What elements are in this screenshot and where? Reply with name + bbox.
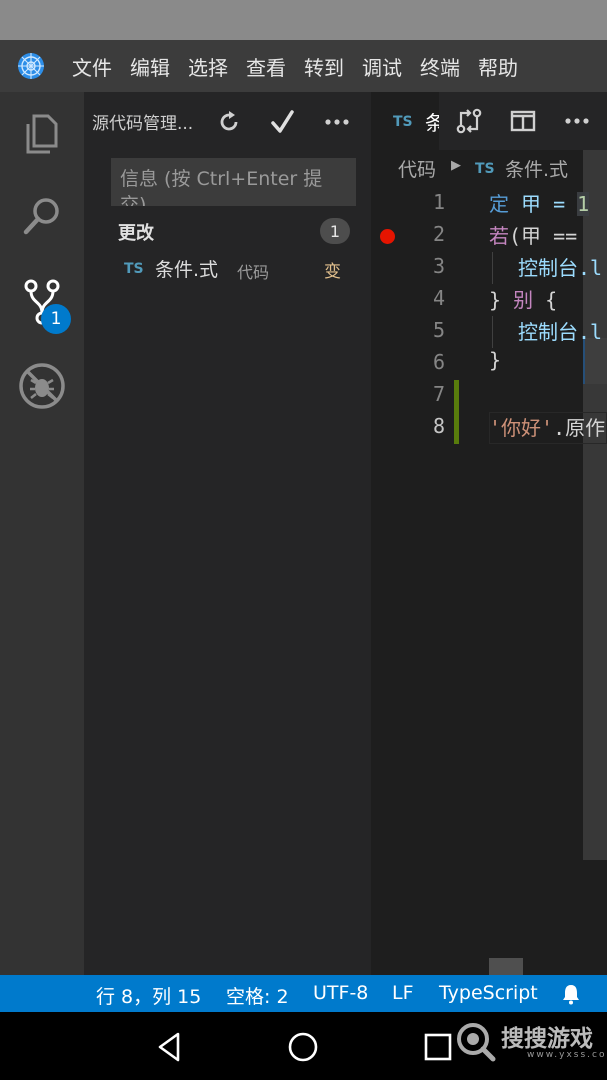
code-line-5: 控制台.l xyxy=(518,320,603,344)
git-added-gutter-indicator xyxy=(454,380,459,444)
more-actions-button[interactable] xyxy=(321,106,353,138)
status-bar: 行 8，列 15 空格: 2 UTF-8 LF TypeScript xyxy=(0,975,607,1012)
sidebar-title: 源代码管理... xyxy=(92,114,194,134)
horizontal-scrollbar-thumb[interactable] xyxy=(489,958,523,975)
menu-file[interactable]: 文件 xyxy=(72,52,112,81)
code-editor[interactable]: 代码 ▶ TS 条件.式 ▶ 1 2 3 4 5 6 7 8 定 甲 = 1 若… xyxy=(371,150,607,975)
editor-tab[interactable]: TS 条件.式 xyxy=(371,92,439,150)
eol-setting[interactable]: LF xyxy=(392,982,414,1004)
tab-label: 条件.式 xyxy=(425,111,439,135)
open-changes-button[interactable] xyxy=(453,105,485,137)
search-icon xyxy=(23,198,59,235)
commit-message-placeholder: 信息 (按 Ctrl+Enter 提交) xyxy=(120,168,323,206)
chevron-right-icon: ▶ xyxy=(451,158,461,173)
scm-sidebar: 源代码管理... 信息 (按 Ctrl+Enter 提交) 更改 1 TS 条件… xyxy=(84,92,371,975)
changes-section-title[interactable]: 更改 xyxy=(118,219,154,245)
device-status-bar xyxy=(0,0,607,40)
menu-selection[interactable]: 选择 xyxy=(188,52,228,81)
editor-actions xyxy=(439,92,607,150)
line-number: 7 xyxy=(432,382,445,406)
watermark-search-icon xyxy=(457,1023,496,1062)
watermark-url: www.yxss.com xyxy=(527,1050,607,1060)
indent-guide xyxy=(492,252,493,284)
watermark: 搜搜游戏 www.yxss.com xyxy=(453,1018,607,1068)
files-icon xyxy=(26,114,58,154)
line-number: 8 xyxy=(432,414,445,438)
debug-button[interactable] xyxy=(0,346,84,426)
menu-help[interactable]: 帮助 xyxy=(478,52,518,81)
cursor-position[interactable]: 行 8，列 15 xyxy=(96,982,201,1009)
breadcrumb-file[interactable]: 条件.式 xyxy=(505,155,568,182)
line-number: 3 xyxy=(432,254,445,278)
breadcrumb-folder[interactable]: 代码 xyxy=(398,155,436,182)
line-number: 4 xyxy=(432,286,445,310)
breadcrumb: 代码 ▶ TS 条件.式 ▶ xyxy=(371,150,607,186)
ellipsis-icon xyxy=(325,119,349,125)
debug-icon xyxy=(19,363,65,409)
code-line-6: } xyxy=(489,348,502,372)
menu-bar: 文件 编辑 选择 查看 转到 调试 终端 帮助 xyxy=(0,40,607,92)
changed-file-path: 代码 xyxy=(237,263,270,282)
code-line-4: } 别 { xyxy=(489,288,558,312)
watermark-text: 搜搜游戏 xyxy=(501,1026,593,1052)
commit-button[interactable] xyxy=(267,106,299,138)
refresh-button[interactable] xyxy=(213,106,245,138)
back-icon[interactable] xyxy=(152,1030,186,1064)
recents-icon[interactable] xyxy=(421,1030,455,1064)
bell-icon[interactable] xyxy=(559,982,583,1006)
editor-tab-bar: TS 条件.式 xyxy=(371,92,607,150)
indent-guide xyxy=(492,316,493,348)
activity-bar xyxy=(0,92,84,975)
check-icon xyxy=(271,110,294,133)
scm-badge: 1 xyxy=(41,304,71,334)
changed-file-row[interactable]: TS 条件.式 代码 变 xyxy=(84,252,371,286)
app-logo-icon xyxy=(18,53,44,79)
code-line-3: 控制台.l xyxy=(518,256,603,280)
changed-file-status: 变 xyxy=(324,262,341,282)
split-editor-icon xyxy=(510,110,536,132)
typescript-file-icon: TS xyxy=(124,261,144,277)
changed-file-name: 条件.式 xyxy=(155,259,219,281)
search-button[interactable] xyxy=(0,176,84,256)
line-number: 6 xyxy=(432,350,445,374)
language-mode[interactable]: TypeScript xyxy=(439,982,538,1004)
split-editor-button[interactable] xyxy=(507,105,539,137)
typescript-file-icon: TS xyxy=(393,114,413,130)
typescript-file-icon: TS xyxy=(475,161,495,177)
home-icon[interactable] xyxy=(286,1030,320,1064)
line-number: 2 xyxy=(432,222,445,246)
commit-message-input[interactable]: 信息 (按 Ctrl+Enter 提交) xyxy=(111,158,356,206)
source-control-button[interactable] xyxy=(0,262,84,342)
code-line-2: 若(甲 == xyxy=(489,224,590,248)
ellipsis-icon xyxy=(565,118,589,124)
refresh-icon xyxy=(220,111,238,131)
encoding-setting[interactable]: UTF-8 xyxy=(313,982,368,1004)
explorer-button[interactable] xyxy=(0,94,84,174)
line-number: 1 xyxy=(432,190,445,214)
menu-debug[interactable]: 调试 xyxy=(362,52,402,81)
menu-go[interactable]: 转到 xyxy=(304,52,344,81)
indentation-setting[interactable]: 空格: 2 xyxy=(226,982,289,1009)
compare-changes-icon xyxy=(456,108,482,134)
editor-more-button[interactable] xyxy=(561,105,593,137)
menu-terminal[interactable]: 终端 xyxy=(420,52,460,81)
menu-view[interactable]: 查看 xyxy=(246,52,286,81)
code-line-8: '你好'.原作 xyxy=(489,416,606,440)
changes-count-badge: 1 xyxy=(320,218,350,244)
line-number: 5 xyxy=(432,318,445,342)
menu-edit[interactable]: 编辑 xyxy=(130,52,170,81)
code-line-1: 定 甲 = 1 xyxy=(489,192,590,216)
